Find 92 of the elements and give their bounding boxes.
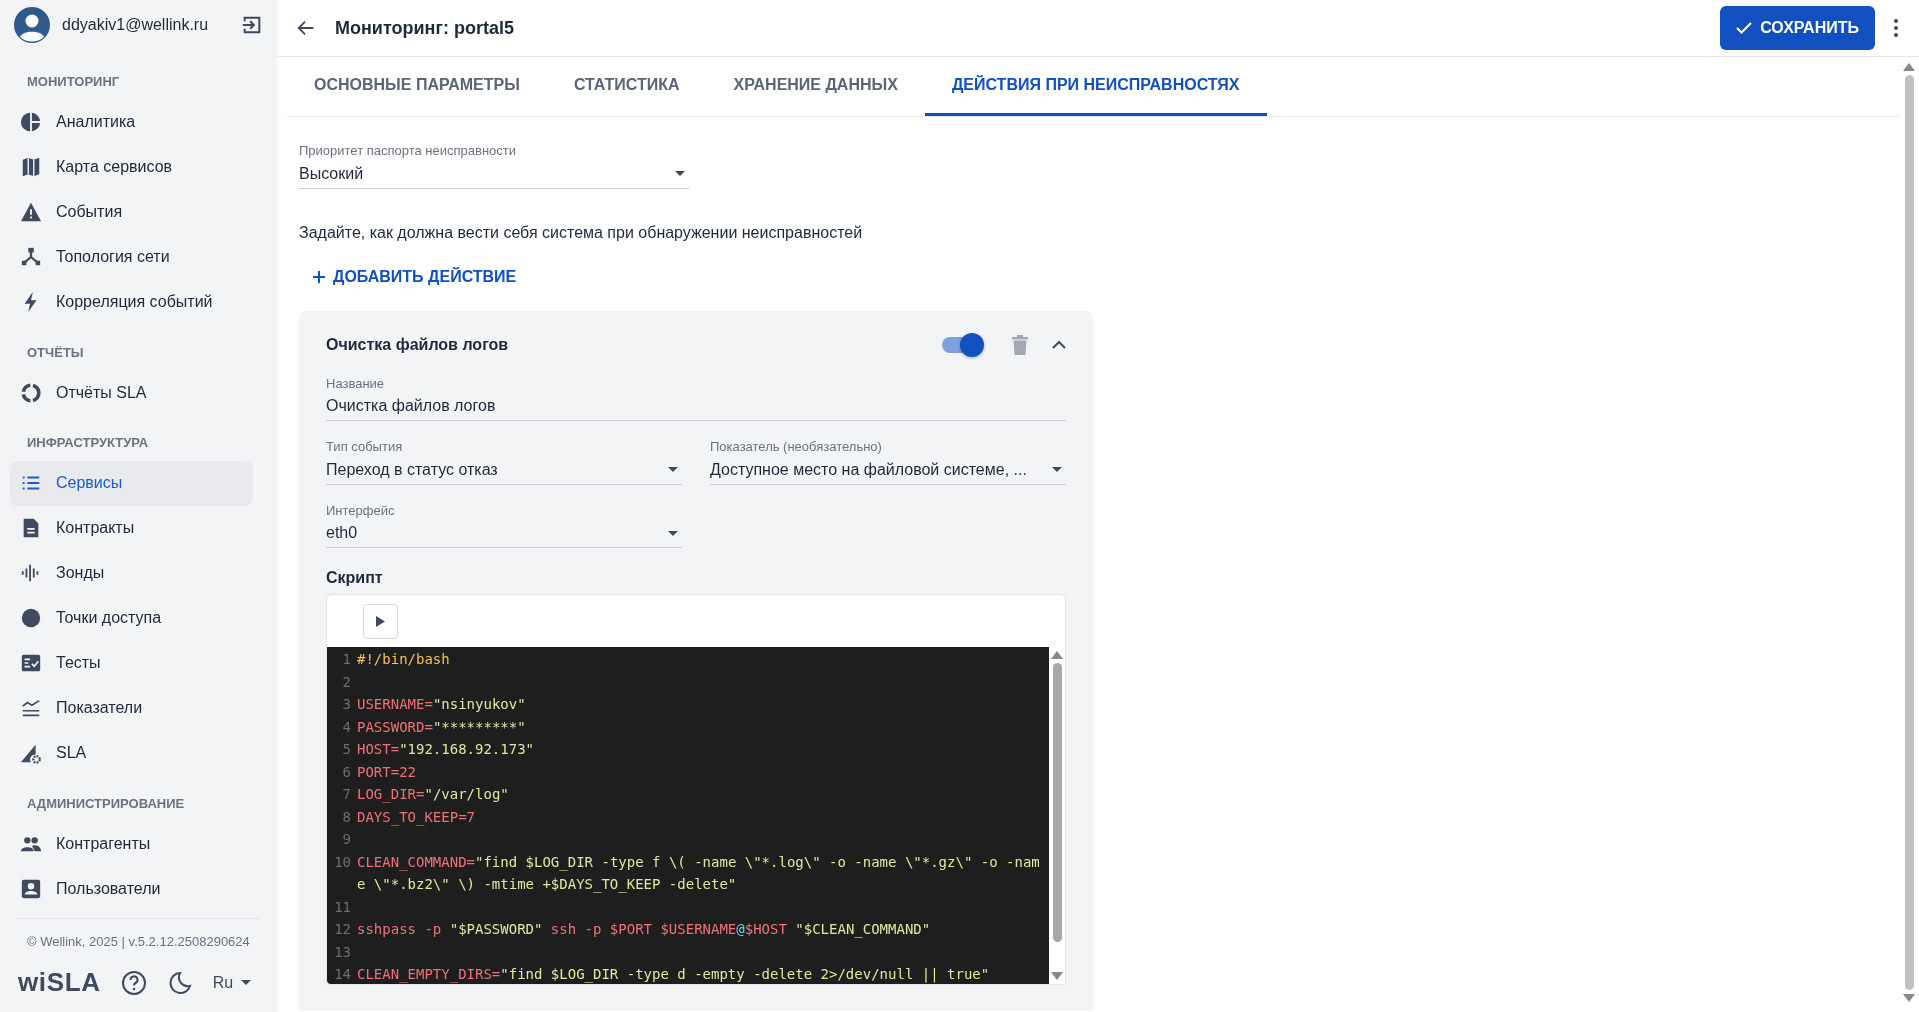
play-icon: [376, 615, 385, 627]
action-title: Очистка файлов логов: [326, 334, 510, 355]
map-icon: [20, 156, 42, 178]
code-scrollbar[interactable]: [1049, 647, 1065, 984]
code-line: USERNAME="nsinyukov": [357, 695, 527, 714]
line-number: 11: [333, 897, 352, 917]
nav-item[interactable]: Сервисы: [10, 460, 253, 506]
nav-item[interactable]: Пользователи: [10, 866, 253, 911]
code-line: sshpass -p "$PASSWORD" ssh -p $PORT $USERNAME@$HOST "$CLEAN_COMMAND": [357, 920, 932, 940]
dropdown-caret-icon: [668, 467, 678, 472]
line-number: 14: [333, 965, 352, 984]
help-icon[interactable]: [120, 969, 147, 996]
code-editor[interactable]: [326, 594, 1066, 985]
metric-select[interactable]: Показатель (необязательно) Доступное место на файловой системе, ...: [710, 437, 1066, 485]
scroll-up-icon[interactable]: [1051, 651, 1063, 659]
code-line: DAYS_TO_KEEP=7: [357, 807, 477, 828]
code-line: CLEAN_EMPTY_DIRS="find $LOG_DIR -type d -empty -delete 2>/dev/null || true": [357, 965, 991, 984]
section-heading: МОНИТОРИНГ: [26, 73, 121, 91]
line-number: 10: [333, 852, 352, 872]
nav-item[interactable]: Точки доступа: [10, 595, 253, 641]
save-button[interactable]: СОХРАНИТЬ: [1720, 6, 1875, 50]
nav-item[interactable]: Карта сервисов: [10, 144, 253, 190]
check-icon: [1736, 22, 1753, 34]
scroll-down-icon[interactable]: [1051, 972, 1063, 980]
user-card-icon: [20, 877, 42, 900]
nav-item[interactable]: Показатели: [10, 685, 253, 731]
nav-item[interactable]: Аналитика: [10, 99, 253, 145]
language-select[interactable]: Ru: [212, 970, 252, 995]
page-title: Мониторинг: portal5: [335, 16, 515, 40]
nav-item[interactable]: Тесты: [10, 640, 253, 686]
line-number: 2: [341, 672, 352, 692]
event-type-select[interactable]: Тип события Переход в статус отказ: [326, 437, 682, 485]
line-number: 1: [341, 650, 352, 669]
name-field[interactable]: Название Очистка файлов логов: [326, 373, 1066, 421]
nav-item[interactable]: Корреляция событий: [10, 279, 253, 325]
dropdown-caret-icon: [1052, 467, 1062, 472]
user-email: ddyakiv1@wellink.ru: [62, 15, 210, 35]
line-number: 13: [333, 942, 352, 962]
nav-item[interactable]: Отчёты SLA: [10, 370, 253, 415]
logout-icon[interactable]: [241, 14, 263, 36]
script-label: Скрипт: [326, 568, 384, 588]
code-line: CLEAN_COMMAND="find $LOG_DIR -type f \( -name \"*.log\" -o -name \"*.gz\" -o -name \"*.bz2\" \) -mtime +$DAYS_TO_KEEP -delete": [357, 852, 1041, 895]
ring-icon: [20, 381, 42, 404]
section-heading: АДМИНИСТРИРОВАНИЕ: [26, 794, 186, 813]
plus-icon: [313, 270, 325, 283]
chevron-up-icon[interactable]: [1052, 340, 1066, 349]
code-line: PORT=22: [357, 762, 417, 782]
line-number: 9: [341, 830, 352, 849]
line-number: 5: [341, 740, 352, 759]
description-text: Задайте, как должна вести себя система при обнаружении неисправностей: [299, 222, 864, 243]
dropdown-caret-icon: [675, 171, 685, 176]
warning-icon: [20, 201, 42, 223]
scroll-up-icon[interactable]: [1903, 63, 1915, 71]
scroll-down-icon[interactable]: [1903, 994, 1915, 1002]
pie-chart-icon: [20, 111, 42, 133]
section-heading: ИНФРАСТРУКТУРА: [26, 434, 150, 452]
priority-select[interactable]: Приоритет паспорта неисправности Высокий: [299, 141, 689, 189]
chart-lines-icon: [20, 697, 42, 719]
code-line: #!/bin/bash: [357, 650, 451, 669]
section-heading: ОТЧЁТЫ: [26, 343, 85, 362]
nav-item[interactable]: Зонды: [10, 550, 253, 596]
line-number: 12: [333, 920, 352, 939]
topology-icon: [20, 246, 42, 268]
signal-gear-icon: [20, 742, 42, 764]
copyright-text: © Wellink, 2025 | v.5.2.12.2508290624: [26, 932, 251, 951]
nav-item[interactable]: SLA: [10, 730, 253, 776]
nav-item[interactable]: События: [10, 189, 253, 235]
line-number: 4: [341, 717, 352, 737]
interface-select[interactable]: Интерфейс eth0: [326, 500, 682, 548]
more-icon[interactable]: [1893, 18, 1899, 38]
code-line: HOST="192.168.92.173": [357, 740, 535, 759]
circle-icon: [20, 607, 42, 629]
nav-item[interactable]: Контракты: [10, 505, 253, 551]
tab[interactable]: ДЕЙСТВИЯ ПРИ НЕИСПРАВНОСТЯХ: [924, 57, 1267, 116]
tab[interactable]: ХРАНЕНИЕ ДАННЫХ: [706, 57, 925, 116]
caret-icon: [241, 980, 252, 985]
code-line: PASSWORD="*********": [357, 717, 527, 737]
line-number: 7: [341, 785, 352, 804]
add-action-button[interactable]: ДОБАВИТЬ ДЕЙСТВИЕ: [313, 258, 517, 295]
run-button[interactable]: [363, 603, 398, 639]
logo: wiSLA: [18, 966, 101, 999]
line-number: 6: [341, 762, 352, 782]
tab[interactable]: СТАТИСТИКА: [546, 57, 707, 116]
code-line: LOG_DIR="/var/log": [357, 785, 510, 805]
nav-item[interactable]: Контрагенты: [10, 821, 253, 866]
checklist-icon: [20, 652, 42, 674]
nav-item[interactable]: Топология сети: [10, 234, 253, 280]
line-number: 8: [341, 807, 352, 827]
line-number: 3: [341, 695, 352, 714]
avatar-icon[interactable]: [14, 7, 50, 43]
tab[interactable]: ОСНОВНЫЕ ПАРАМЕТРЫ: [287, 57, 547, 116]
dropdown-caret-icon: [668, 530, 678, 536]
